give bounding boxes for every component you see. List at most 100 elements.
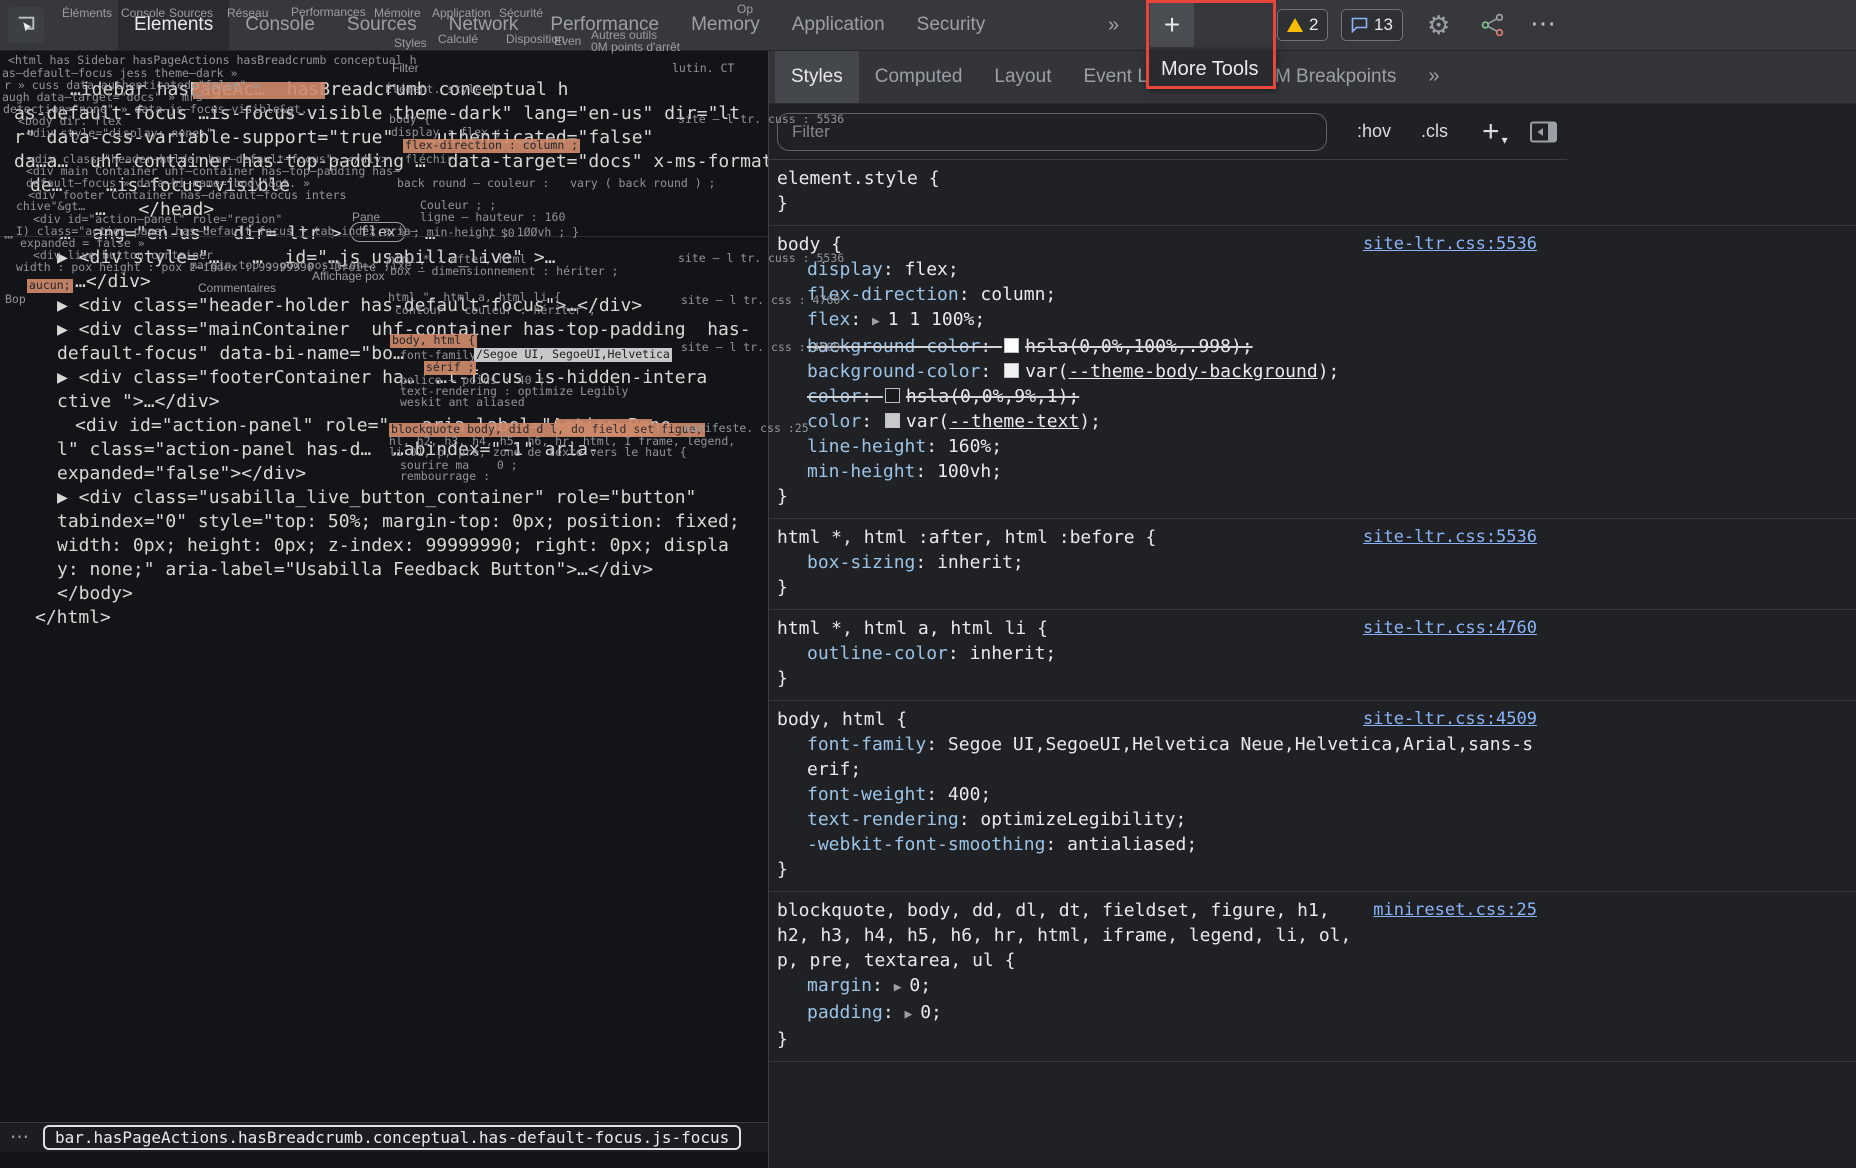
stylesheet-link[interactable]: site-ltr.css:5536	[1363, 232, 1537, 257]
more-panels-chevron-icon[interactable]: »	[1108, 0, 1119, 50]
css-property[interactable]: background-color: hsla(0,0%,100%,.998);	[769, 334, 1541, 359]
dom-tree-line[interactable]: as-default-focus …is-focus-visible theme…	[0, 102, 768, 126]
dom-tree-line[interactable]: width: 0px; height: 0px; z-index: 999999…	[0, 534, 768, 558]
sidebar-toggle-icon[interactable]	[1530, 121, 1557, 143]
breadcrumb-overflow-icon[interactable]: ⋯	[10, 1126, 29, 1149]
styles-filter-input[interactable]	[777, 113, 1327, 151]
css-rule: site-ltr.css:4760 html *, html a, html li…	[769, 610, 1856, 701]
panel-tab-elements[interactable]: Elements	[118, 0, 229, 50]
color-swatch[interactable]	[1004, 363, 1019, 378]
flex-badge[interactable]: flex	[350, 222, 406, 242]
css-rule: minireset.css:25 blockquote, body, dd, dl…	[769, 892, 1856, 1062]
element-classes-button[interactable]: .cls	[1421, 121, 1448, 142]
dom-tree-line[interactable]: …idebar hasPageAc… hasBreadcrumb concept…	[0, 78, 768, 102]
css-property[interactable]: font-family: Segoe UI,SegoeUI,Helvetica …	[769, 732, 1541, 782]
css-property[interactable]: color: var(--theme-text);	[769, 409, 1541, 434]
dom-tree-line[interactable]: … ang="en-us" dir= ltr >flex …	[0, 222, 768, 246]
chat-bubble-icon	[1351, 17, 1368, 33]
dom-tree-line[interactable]: y: none;" aria-label="Usabilla Feedback …	[0, 558, 768, 582]
css-property[interactable]: padding: ▶ 0;	[769, 1000, 1541, 1027]
elements-panel: …idebar hasPageAc… hasBreadcrumb concept…	[0, 50, 768, 1168]
panel-tab-application[interactable]: Application	[776, 0, 901, 50]
redaction-highlight	[193, 82, 325, 99]
rule-selector[interactable]: body, html {	[777, 707, 907, 732]
dom-tree-line[interactable]: expanded="false"></div>	[0, 462, 768, 486]
message-count: 13	[1374, 15, 1393, 35]
inspect-element-icon[interactable]	[8, 7, 44, 43]
dom-tree-line[interactable]: tabindex="0" style="top: 50%; margin-top…	[0, 510, 768, 534]
dom-tree-line[interactable]: ▶ <div style="… … id="…js_usabilla_live"…	[0, 246, 768, 270]
sidebar-tab-layout[interactable]: Layout	[978, 50, 1067, 103]
sidebar-tab-styles[interactable]: Styles	[775, 50, 859, 103]
more-options-icon[interactable]: ⋯	[1530, 0, 1556, 46]
warnings-badge[interactable]: 2	[1277, 9, 1328, 41]
rule-selector[interactable]: html *, html a, html li {	[777, 616, 1048, 641]
more-tools-popup[interactable]: More Tools	[1148, 50, 1276, 88]
dom-tree-line[interactable]: ▶ <div class="usabilla_live_button_conta…	[0, 486, 768, 510]
panel-tab-sources[interactable]: Sources	[331, 0, 433, 50]
main-toolbar: ElementsConsoleSourcesNetworkPerformance…	[0, 0, 1856, 51]
settings-gear-icon[interactable]: ⚙	[1427, 0, 1450, 50]
color-swatch[interactable]	[885, 388, 900, 403]
color-swatch[interactable]	[885, 413, 900, 428]
sidebar-tab-computed[interactable]: Computed	[859, 50, 979, 103]
color-swatch[interactable]	[1004, 338, 1019, 353]
css-rule: site-ltr.css:4509 body, html {font-family…	[769, 701, 1856, 892]
console-messages-badge[interactable]: 13	[1341, 9, 1403, 41]
stylesheet-link[interactable]: minireset.css:25	[1373, 898, 1537, 923]
css-property[interactable]: background-color: var(--theme-body-backg…	[769, 359, 1541, 384]
dom-tree-line[interactable]: … </head>	[0, 198, 768, 222]
dom-tree-line[interactable]: ▶ <div class="mainContainer uhf-containe…	[0, 318, 768, 342]
dom-tree: …idebar hasPageAc… hasBreadcrumb concept…	[0, 78, 768, 630]
css-property[interactable]: margin: ▶ 0;	[769, 973, 1541, 1000]
stylesheet-link[interactable]: site-ltr.css:4509	[1363, 707, 1537, 732]
css-property[interactable]: color: hsla(0,0%,9%,1);	[769, 384, 1541, 409]
dom-tree-line[interactable]: ▶ <div class="header-holder has-default-…	[0, 294, 768, 318]
css-property[interactable]: min-height: 100vh;	[769, 459, 1541, 484]
dom-tree-line[interactable]: ▶ <div class="footerContainer ha… …t-foc…	[0, 366, 768, 390]
css-property[interactable]: -webkit-font-smoothing: antialiased;	[769, 832, 1541, 857]
css-property[interactable]: box-sizing: inherit;	[769, 550, 1541, 575]
css-variable-link[interactable]: --theme-text	[949, 411, 1079, 432]
dom-tree-line[interactable]: ctive ">…</div>	[0, 390, 768, 414]
panel-tab-memory[interactable]: Memory	[675, 0, 776, 50]
styles-sidebar: StylesComputedLayoutEvent ListenersDOM B…	[768, 50, 1856, 1168]
css-property[interactable]: line-height: 160%;	[769, 434, 1541, 459]
add-panel-button[interactable]: +	[1150, 3, 1194, 47]
new-style-rule-button[interactable]: +	[1482, 117, 1500, 147]
dom-tree-line[interactable]: da…a… uhf-container has-top-padding … da…	[0, 150, 768, 174]
rule-selector[interactable]: element.style {	[777, 166, 940, 191]
stylesheet-link[interactable]: site-ltr.css:5536	[1363, 525, 1537, 550]
panel-tab-performance[interactable]: Performance	[534, 0, 675, 50]
dom-tree-line[interactable]: default-focus" data-bi-name="bo…	[0, 342, 768, 366]
panel-tab-security[interactable]: Security	[901, 0, 1002, 50]
stylesheet-link[interactable]: site-ltr.css:4760	[1363, 616, 1537, 641]
css-rules-list: element.style {}site-ltr.css:5536body {d…	[769, 160, 1856, 1062]
dom-tree-line[interactable]: …</div>	[0, 270, 768, 294]
css-property[interactable]: flex: ▶ 1 1 100%;	[769, 307, 1541, 334]
toggle-element-state-button[interactable]: :hov	[1357, 121, 1391, 142]
css-property[interactable]: text-rendering: optimizeLegibility;	[769, 807, 1541, 832]
dom-tree-line[interactable]: l" class="action-panel has-d… …abindex="…	[0, 438, 768, 462]
breadcrumb-item[interactable]: bar.hasPageActions.hasBreadcrumb.concept…	[43, 1125, 741, 1150]
css-property[interactable]: display: flex;	[769, 257, 1541, 282]
css-rule: site-ltr.css:5536 html *, html :after, ht…	[769, 519, 1856, 610]
node-network-icon[interactable]	[1480, 12, 1506, 38]
css-property[interactable]: flex-direction: column;	[769, 282, 1541, 307]
dom-tree-line[interactable]: de… …is-focus-visible	[0, 174, 768, 198]
sidebar-more-tabs-chevron-icon[interactable]: »	[1428, 65, 1439, 88]
css-property[interactable]: font-weight: 400;	[769, 782, 1541, 807]
rule-selector[interactable]: html *, html :after, html :before {	[777, 525, 1156, 550]
dom-tree-line[interactable]: <div id="action-panel" role="… aria-labe…	[0, 414, 768, 438]
rule-selector[interactable]: body {	[777, 232, 842, 257]
dom-tree-line[interactable]: </html>	[0, 606, 768, 630]
dom-tree-line[interactable]: r" data-css-variable-support="true" …uth…	[0, 126, 768, 150]
panel-tab-console[interactable]: Console	[229, 0, 331, 50]
panel-tab-network[interactable]: Network	[433, 0, 535, 50]
rule-selector[interactable]: blockquote, body, dd, dl, dt, fieldset, …	[777, 898, 1352, 973]
devtools-window: ElementsConsoleSourcesNetworkPerformance…	[0, 0, 1856, 1168]
css-property[interactable]: outline-color: inherit;	[769, 641, 1541, 666]
panel-tab-strip: ElementsConsoleSourcesNetworkPerformance…	[118, 0, 1001, 50]
css-variable-link[interactable]: --theme-body-background	[1068, 361, 1317, 382]
dom-tree-line[interactable]: </body>	[0, 582, 768, 606]
